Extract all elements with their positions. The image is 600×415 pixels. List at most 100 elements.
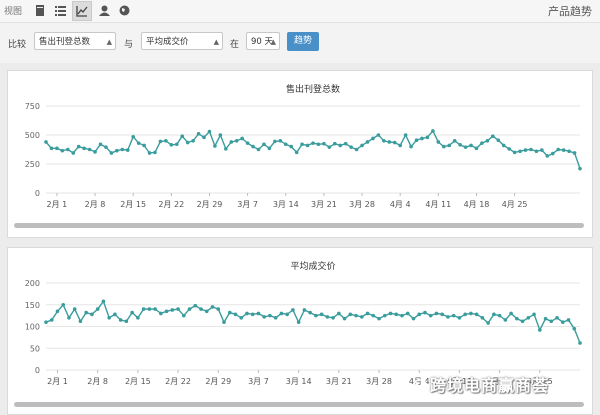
data-point (273, 316, 278, 320)
data-point (141, 307, 146, 311)
data-point (256, 147, 261, 152)
data-point (428, 313, 433, 318)
data-point (60, 148, 65, 153)
data-point (164, 309, 169, 314)
data-point (170, 308, 175, 312)
data-point (191, 139, 195, 143)
data-point (250, 312, 255, 317)
x-tick-label: 4月 11 (425, 200, 451, 209)
trend-button[interactable]: 趋势 (287, 32, 319, 51)
data-point (164, 139, 168, 143)
data-point (512, 150, 517, 155)
data-point (240, 136, 244, 141)
data-point (501, 143, 506, 148)
page-title: 产品趋势 (548, 5, 592, 18)
data-point (180, 134, 185, 138)
data-point (337, 311, 341, 316)
data-point (360, 143, 364, 148)
data-point (365, 311, 370, 316)
data-point (446, 315, 450, 319)
data-point (480, 141, 484, 145)
y-tick-label: 0 (35, 366, 40, 375)
data-point (49, 318, 54, 322)
list-view-icon[interactable] (32, 2, 48, 18)
metric1-value: 售出刊登总数 (39, 37, 91, 47)
data-point (118, 318, 123, 322)
x-tick-label: 2月 29 (205, 377, 231, 386)
x-tick-label: 4月 25 (502, 200, 528, 209)
data-point (222, 320, 226, 324)
chart-scrollbar[interactable] (14, 402, 584, 407)
data-point (474, 146, 479, 151)
data-point (296, 320, 301, 324)
period-select[interactable]: 90 天 ▲ (246, 32, 280, 50)
data-point (534, 149, 539, 154)
data-point (218, 133, 223, 137)
chevron-down-icon: ▲ (213, 38, 219, 46)
metric2-value: 平均成交价 (146, 37, 189, 47)
data-point (503, 318, 508, 322)
data-point (213, 144, 217, 148)
data-point (224, 147, 228, 151)
data-point (526, 316, 531, 320)
user-icon[interactable] (96, 2, 112, 18)
watermark-text: 跨境电商赢商荟 (430, 376, 550, 395)
data-point (342, 316, 347, 321)
x-tick-label: 3月 7 (237, 200, 258, 209)
data-point (113, 312, 117, 317)
data-point (262, 315, 266, 319)
data-point (425, 135, 430, 140)
x-tick-label: 2月 8 (85, 200, 106, 209)
data-point (492, 312, 496, 317)
data-point (474, 312, 479, 317)
y-tick-label: 500 (25, 131, 40, 140)
data-point (463, 312, 467, 317)
data-point (185, 140, 190, 145)
data-point (549, 319, 554, 324)
data-point (403, 133, 408, 137)
data-point (382, 313, 387, 318)
listings-chart: 售出刊登总数 750 500 250 0 2月 1 2月 8 2月 15 2月 22 2月 29 3… (25, 83, 582, 209)
data-point (463, 145, 468, 149)
data-point (120, 147, 125, 152)
data-point (441, 144, 446, 149)
chevron-down-icon: ▲ (270, 38, 276, 46)
trend-chart-icon[interactable] (72, 1, 92, 21)
data-point (436, 140, 441, 144)
data-point (497, 313, 502, 318)
data-point (229, 140, 234, 144)
in-label: 在 (230, 40, 240, 50)
data-point (354, 147, 359, 152)
data-point (90, 312, 94, 317)
data-point (87, 147, 92, 152)
data-point (480, 316, 485, 320)
chart-scrollbar[interactable] (14, 223, 584, 228)
detail-list-icon[interactable] (52, 2, 68, 18)
data-point (49, 146, 54, 151)
data-point (273, 139, 277, 144)
data-point (227, 310, 232, 315)
data-point (245, 141, 250, 145)
data-point (193, 303, 198, 308)
x-tick-label: 3月 21 (311, 200, 337, 209)
x-tick-label: 3月 28 (366, 377, 392, 386)
data-point (136, 316, 140, 320)
data-point (578, 166, 582, 171)
data-point (153, 150, 157, 155)
x-tick-label: 2月 22 (158, 200, 184, 209)
data-point (311, 141, 315, 145)
metric1-select[interactable]: 售出刊登总数 ▲ (34, 32, 116, 50)
globe-icon[interactable] (116, 2, 132, 18)
data-point (294, 150, 299, 155)
data-point (130, 310, 134, 315)
data-point (572, 326, 577, 331)
data-point (371, 136, 375, 141)
data-point (567, 149, 571, 154)
data-point (377, 316, 381, 321)
data-point (107, 316, 111, 320)
chart-title: 平均成交价 (290, 260, 335, 272)
data-point (420, 136, 424, 141)
data-point (308, 310, 312, 315)
metric2-select[interactable]: 平均成交价 ▲ (141, 32, 223, 50)
data-point (515, 316, 519, 321)
